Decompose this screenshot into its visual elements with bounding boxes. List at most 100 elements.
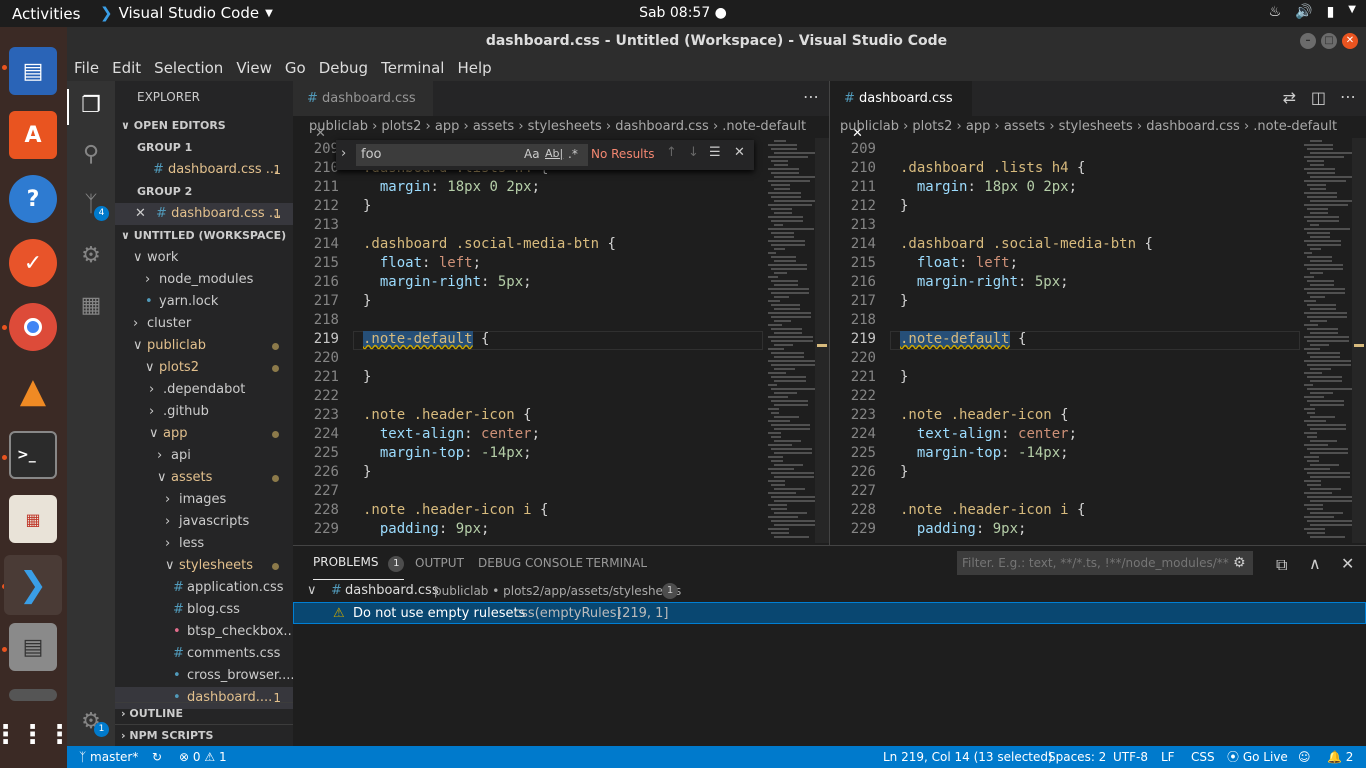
more-actions-icon[interactable]: ⋯ xyxy=(1340,87,1356,106)
menu-help[interactable]: Help xyxy=(451,59,497,77)
filter-settings-icon[interactable]: ⚙ xyxy=(1233,555,1246,571)
sync-icon[interactable]: ↻ xyxy=(152,746,162,768)
language-mode[interactable]: CSS xyxy=(1191,746,1215,768)
search-icon[interactable]: ⚲ xyxy=(77,140,105,168)
go-live-button[interactable]: ⦿ Go Live xyxy=(1227,746,1288,768)
open-changes-icon[interactable]: ⇄ xyxy=(1283,88,1296,107)
problem-row[interactable]: ⚠ Do not use empty rulesets css(emptyRul… xyxy=(293,602,1366,624)
explorer-icon[interactable]: ❐ xyxy=(77,91,105,119)
tree-folder[interactable]: › cluster xyxy=(115,313,293,335)
show-applications-icon[interactable]: ⋮⋮⋮ xyxy=(0,711,73,759)
code-line[interactable]: text-align: center; xyxy=(363,426,540,442)
code-line[interactable]: .note .header-icon { xyxy=(363,407,532,423)
code-line[interactable]: } xyxy=(363,464,371,480)
tree-file[interactable]: • btsp_checkbox... xyxy=(115,621,293,643)
code-line[interactable]: margin-top: -14px; xyxy=(363,445,532,461)
code-line[interactable]: margin: 18px 0 2px; xyxy=(900,179,1077,195)
find-input[interactable]: foo xyxy=(361,147,381,162)
tree-folder[interactable]: ∨ work xyxy=(115,247,293,269)
menu-terminal[interactable]: Terminal xyxy=(375,59,450,77)
open-editor-item[interactable]: # dashboard.css ... 1 xyxy=(115,159,293,181)
breadcrumb-item[interactable]: stylesheets xyxy=(1059,119,1133,134)
tree-folder[interactable]: ∨ stylesheets xyxy=(115,555,293,577)
tree-folder[interactable]: ∨ app xyxy=(115,423,293,445)
close-panel-icon[interactable]: ✕ xyxy=(1341,554,1354,573)
code-line[interactable]: } xyxy=(900,198,908,214)
code-line[interactable]: float: left; xyxy=(363,255,481,271)
tree-file[interactable]: • yarn.lock xyxy=(115,291,293,313)
code-line[interactable]: .note .header-icon i { xyxy=(900,502,1085,518)
menu-view[interactable]: View xyxy=(230,59,278,77)
match-case-toggle[interactable]: Aa xyxy=(524,147,540,161)
files-icon[interactable]: ▤ xyxy=(9,623,57,671)
tab-output[interactable]: OUTPUT xyxy=(415,556,464,570)
collapse-all-icon[interactable]: ⧉ xyxy=(1276,555,1287,575)
breadcrumb-item[interactable]: app xyxy=(966,119,990,134)
activities-button[interactable]: Activities xyxy=(12,5,80,23)
cursor-position[interactable]: Ln 219, Col 14 (13 selected) xyxy=(883,746,1053,768)
code-line[interactable]: margin-right: 5px; xyxy=(900,274,1069,290)
notifications[interactable]: 🔔 2 xyxy=(1327,746,1353,768)
arrow-down-icon[interactable]: ↓ xyxy=(688,145,699,160)
libreoffice-writer-icon[interactable]: ▤ xyxy=(9,47,57,95)
find-in-selection-icon[interactable]: ☰ xyxy=(709,145,721,160)
tree-folder[interactable]: › .dependabot xyxy=(115,379,293,401)
menu-edit[interactable]: Edit xyxy=(106,59,147,77)
minimize-icon[interactable]: – xyxy=(1300,33,1316,49)
code-line[interactable]: .note .header-icon { xyxy=(900,407,1069,423)
system-tray[interactable]: ♨ 🔊 ▮ ▼ xyxy=(1269,4,1356,20)
code-editor-left[interactable]: 209210.dashboard .lists h4 {211 margin: … xyxy=(293,141,763,543)
code-line[interactable]: .dashboard .lists h4 { xyxy=(900,160,1085,176)
breadcrumb-item[interactable]: stylesheets xyxy=(528,119,602,134)
code-line[interactable]: .dashboard .social-media-btn { xyxy=(900,236,1153,252)
tree-folder[interactable]: ∨ publiclab xyxy=(115,335,293,357)
breadcrumb-item[interactable]: app xyxy=(435,119,459,134)
debug-icon[interactable]: ⚙ xyxy=(77,241,105,269)
vscode-dock-icon[interactable]: ❯ xyxy=(4,555,62,615)
code-line[interactable]: padding: 9px; xyxy=(363,521,490,537)
breadcrumb-item[interactable]: plots2 xyxy=(381,119,421,134)
code-line[interactable]: margin-right: 5px; xyxy=(363,274,532,290)
split-editor-icon[interactable]: ◫ xyxy=(1311,88,1326,107)
chrome-icon[interactable] xyxy=(9,303,57,351)
breadcrumb-item[interactable]: publiclab xyxy=(840,119,899,134)
postman-icon[interactable]: ✓ xyxy=(9,239,57,287)
tree-file[interactable]: # blog.css xyxy=(115,599,293,621)
tree-file[interactable]: • cross_browser.... xyxy=(115,665,293,687)
code-line[interactable]: } xyxy=(900,293,908,309)
code-line[interactable]: float: left; xyxy=(900,255,1018,271)
arrow-up-icon[interactable]: ↑ xyxy=(666,145,677,160)
code-line[interactable]: .dashboard .social-media-btn { xyxy=(363,236,616,252)
code-line[interactable]: .note .header-icon i { xyxy=(363,502,548,518)
tab-terminal[interactable]: TERMINAL xyxy=(586,556,647,570)
editor-tab[interactable]: # dashboard.css ✕ xyxy=(830,81,972,141)
tree-file[interactable]: # application.css xyxy=(115,577,293,599)
problem-file-group[interactable]: ∨ # dashboard.css publiclab • plots2/app… xyxy=(293,580,1366,602)
tree-folder[interactable]: ∨ plots2 xyxy=(115,357,293,379)
code-line[interactable]: margin: 18px 0 2px; xyxy=(363,179,540,195)
tree-folder[interactable]: › .github xyxy=(115,401,293,423)
close-window-icon[interactable]: ✕ xyxy=(1342,33,1358,49)
vlc-icon[interactable]: ▲ xyxy=(9,367,57,415)
scrollbar-right[interactable] xyxy=(1352,138,1366,543)
code-line[interactable]: } xyxy=(363,293,371,309)
code-line[interactable]: text-align: center; xyxy=(900,426,1077,442)
libreoffice-impress-icon[interactable]: ▦ xyxy=(9,495,57,543)
code-line[interactable]: } xyxy=(363,198,371,214)
code-line[interactable]: } xyxy=(900,464,908,480)
breadcrumb-item[interactable]: plots2 xyxy=(912,119,952,134)
feedback-icon[interactable]: ☺ xyxy=(1298,746,1311,768)
breadcrumb-item[interactable]: dashboard.css xyxy=(1146,119,1240,134)
breadcrumb-item[interactable]: .note-default xyxy=(722,119,806,134)
tab-problems[interactable]: PROBLEMS 1 xyxy=(313,555,405,580)
code-line[interactable]: .note-default { xyxy=(900,331,1026,347)
breadcrumb-item[interactable]: publiclab xyxy=(309,119,368,134)
close-icon[interactable]: ✕ xyxy=(135,206,146,221)
find-input-box[interactable]: foo Aa Ab| .* xyxy=(356,144,588,166)
partial-dock-icon[interactable] xyxy=(9,689,57,701)
regex-toggle[interactable]: .* xyxy=(568,147,578,161)
open-editors-header[interactable]: ∨ OPEN EDITORS xyxy=(115,115,293,137)
software-center-icon[interactable]: A xyxy=(9,111,57,159)
tree-file[interactable]: # comments.css xyxy=(115,643,293,665)
help-icon[interactable]: ? xyxy=(9,175,57,223)
